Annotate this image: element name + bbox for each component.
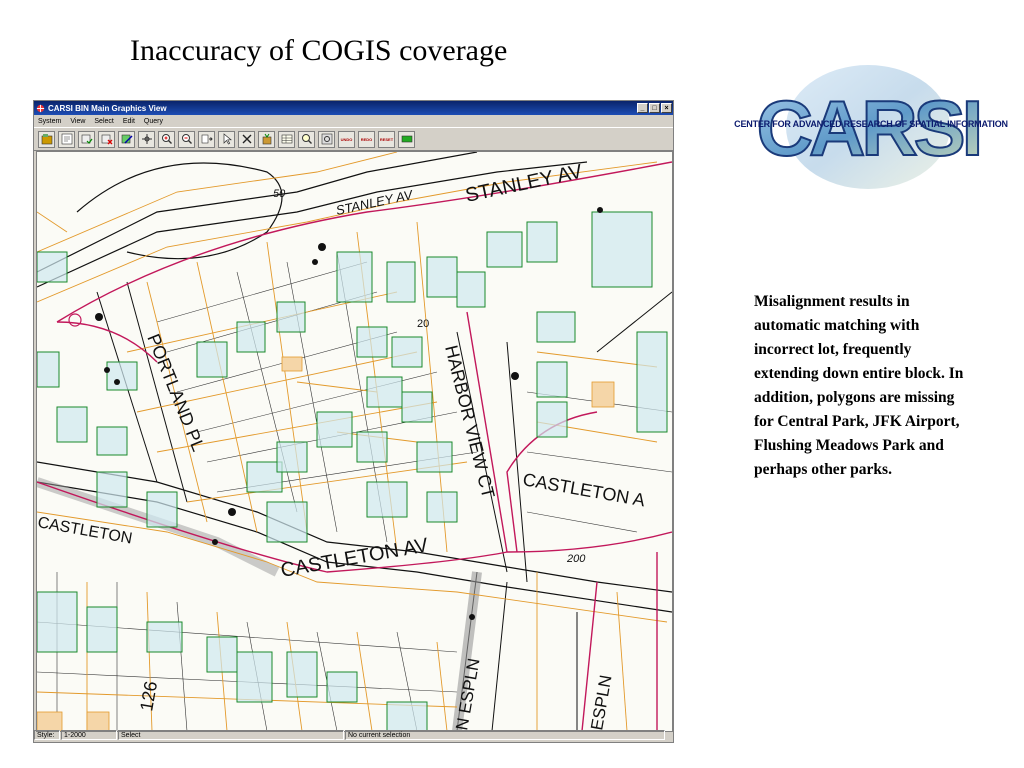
menu-query[interactable]: Query xyxy=(144,118,163,125)
undo-button[interactable]: UNDO xyxy=(338,130,355,148)
zoom-extent-icon[interactable] xyxy=(198,130,215,148)
app-icon xyxy=(36,104,45,112)
graphics-window: CARSI BIN Main Graphics View _ □ × Syste… xyxy=(33,100,674,743)
menu-system[interactable]: System xyxy=(38,118,61,125)
reset-button[interactable]: RESET xyxy=(378,130,395,148)
menu-bar: System View Select Edit Query xyxy=(34,115,673,127)
logo-org-name: CENTER FOR ADVANCED RESEARCH OF SPATIAL … xyxy=(734,119,1008,129)
status-bar: Style: 1-2000 Select No current selectio… xyxy=(34,730,673,742)
status-mode: Select xyxy=(118,730,344,740)
redo-button[interactable]: REDO xyxy=(358,130,375,148)
window-title: CARSI BIN Main Graphics View xyxy=(48,103,167,113)
map-settings-icon[interactable] xyxy=(318,130,335,148)
slide-title: Inaccuracy of COGIS coverage xyxy=(130,34,508,67)
redo-label: REDO xyxy=(360,136,373,142)
menu-select[interactable]: Select xyxy=(94,118,113,125)
open-layer-icon[interactable] xyxy=(38,130,55,148)
carsi-logo: CARSI CENTER FOR ADVANCED RESEARCH OF SP… xyxy=(726,55,1016,195)
pointer-icon[interactable] xyxy=(218,130,235,148)
menu-view[interactable]: View xyxy=(70,118,85,125)
maximize-button[interactable]: □ xyxy=(649,103,660,113)
pan-icon[interactable] xyxy=(138,130,155,148)
menu-edit[interactable]: Edit xyxy=(123,118,135,125)
description-text: Misalignment results in automatic matchi… xyxy=(754,293,964,478)
layer-color-icon[interactable] xyxy=(398,130,415,148)
label-lot-200: 200 xyxy=(566,553,586,565)
window-titlebar[interactable]: CARSI BIN Main Graphics View _ □ × xyxy=(34,101,673,115)
layer-properties-icon[interactable] xyxy=(58,130,75,148)
status-selection: No current selection xyxy=(345,730,665,740)
query-icon[interactable] xyxy=(258,130,275,148)
close-button[interactable]: × xyxy=(661,103,672,113)
delete-icon[interactable] xyxy=(238,130,255,148)
status-style-label: Style: xyxy=(34,730,60,740)
status-style-value: 1-2000 xyxy=(61,730,117,740)
zoom-in-icon[interactable] xyxy=(158,130,175,148)
map-canvas[interactable]: STANLEY AV STANLEY AV HARBOR VIEW CT CAS… xyxy=(36,151,673,732)
tax-map: STANLEY AV STANLEY AV HARBOR VIEW CT CAS… xyxy=(37,152,672,731)
remove-layer-icon[interactable] xyxy=(98,130,115,148)
label-lot-50: 50 xyxy=(273,188,286,200)
zoom-out-icon[interactable] xyxy=(178,130,195,148)
toolbar: UNDO REDO RESET xyxy=(34,127,673,151)
edit-layer-icon[interactable] xyxy=(118,130,135,148)
reset-label: RESET xyxy=(379,136,394,142)
identify-icon[interactable] xyxy=(298,130,315,148)
label-lot-20: 20 xyxy=(417,318,429,330)
add-layer-icon[interactable] xyxy=(78,130,95,148)
table-icon[interactable] xyxy=(278,130,295,148)
undo-label: UNDO xyxy=(340,136,353,142)
minimize-button[interactable]: _ xyxy=(637,103,648,113)
